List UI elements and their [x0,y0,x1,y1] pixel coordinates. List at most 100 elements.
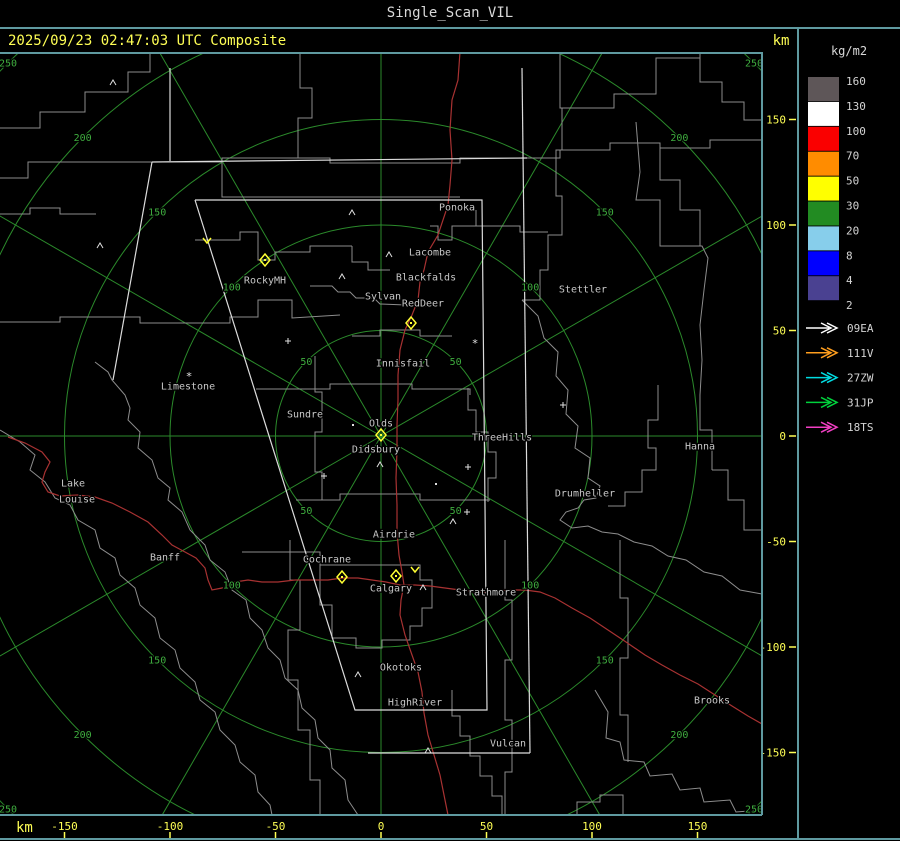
ring-label: 50 [450,506,462,517]
town-marker [285,338,291,344]
city-label: RedDeer [402,299,444,310]
radar-list-item[interactable]: 18TS [806,421,874,434]
ring-label: 100 [223,282,241,293]
ring-label: 100 [521,581,539,592]
radar-list-item[interactable]: 09EA [806,322,874,335]
bottom-axis-label: 100 [582,820,602,833]
legend-swatch [808,151,839,176]
diamond-marker-dot [341,576,343,578]
bottom-axis-label: -50 [266,820,286,833]
radar-id: 09EA [847,322,874,335]
legend-swatch [808,226,839,251]
county-boundary [314,356,323,500]
diamond-marker-dot [395,575,397,577]
city-label: ThreeHills [472,433,532,444]
county-boundary [521,299,762,595]
panel-divider [797,27,799,840]
legend-value: 2 [846,299,853,312]
radar-id: 111V [847,347,874,360]
county-boundary [195,231,352,261]
ring-label: 50 [300,357,312,368]
county-boundary [522,108,563,301]
map-canvas[interactable]: 5050505010010010010015015015015020020020… [0,0,900,841]
city-label: Stettler [559,285,607,296]
city-label: RockyMH [244,276,286,287]
ring-label: 50 [300,506,312,517]
town-marker [464,509,470,515]
coverage-boundary [112,161,153,381]
town-marker [348,209,356,216]
bottom-axis-label: -150 [51,820,78,833]
legend-swatch [808,176,839,201]
city-label: Hanna [685,442,715,453]
legend-swatch [808,251,839,276]
county-boundary [659,148,701,246]
city-label: Didsbury [352,445,400,456]
ring-label: 50 [450,357,462,368]
city-label: Cochrane [303,555,351,566]
town-marker [449,518,457,525]
radial-line [0,215,382,437]
town-marker [435,483,437,485]
town-marker: * [472,337,479,350]
ring-label: 100 [223,581,241,592]
city-label: Lake [61,479,85,490]
map-layer: 50 50 50 50 100 100 100 100 150 150 150 150 200 200 20… [0,52,762,815]
town-marker: * [186,370,193,383]
right-axis-label: -50 [766,536,786,549]
legend-value: 100 [846,125,866,138]
city-label: Brooks [694,696,730,707]
diamond-marker-dot [264,259,266,261]
town-marker [109,79,117,86]
legend-swatch [808,101,839,126]
arrow-marker [410,566,420,574]
bottom-axis-label: 150 [688,820,708,833]
ring-label: 200 [670,730,688,741]
radar-viewer-window: Single_Scan_VIL 2025/09/23 02:47:03 UTC … [0,0,900,841]
county-boundary [635,121,713,470]
city-label: Sylvan [365,292,401,303]
radial-line [380,435,601,815]
county-boundary [476,225,548,233]
legend-value: 160 [846,75,866,88]
right-axis-label: 50 [773,325,786,338]
radar-list-item[interactable]: 111V [806,347,874,360]
radial-line [380,52,604,437]
city-label: Airdrie [373,530,415,541]
radar-list-item[interactable]: 27ZW [806,372,874,385]
town-marker [560,402,566,408]
legend-value: 20 [846,224,859,237]
diamond-marker-dot [380,434,382,436]
town-marker [354,671,362,678]
radar-list-item[interactable]: 31JP [806,396,874,409]
legend-swatch [808,276,839,301]
county-boundary [0,161,152,179]
map-frame-right [761,52,763,815]
county-boundary [576,794,624,815]
ring-label: 100 [521,282,539,293]
county-boundary [0,429,273,815]
town-marker [338,273,346,280]
legend-swatch [808,201,839,226]
separator-bottom [0,838,900,840]
diamond-marker-dot [410,322,412,324]
radial-line [380,215,762,437]
radial-line [158,52,382,437]
town-marker [385,251,393,258]
separator-top [0,27,900,29]
map-frame-bottom [0,814,762,816]
legend-value: 30 [846,200,859,213]
city-label: Banff [150,553,180,564]
city-label: Louise [59,495,95,506]
legend-layer: 160 130 100 70 50 30 20 8 4 2 [808,75,866,312]
coverage-boundary [521,67,531,754]
map-frame-top [0,52,763,54]
county-boundary [608,385,659,507]
ring-label: 150 [148,208,166,219]
city-label: Blackfalds [396,273,456,284]
radar-id: 31JP [847,396,874,409]
county-boundary [712,469,762,531]
right-axis-label: 0 [779,430,786,443]
city-label: Sundre [287,410,323,421]
right-axis-label: -150 [760,747,787,760]
